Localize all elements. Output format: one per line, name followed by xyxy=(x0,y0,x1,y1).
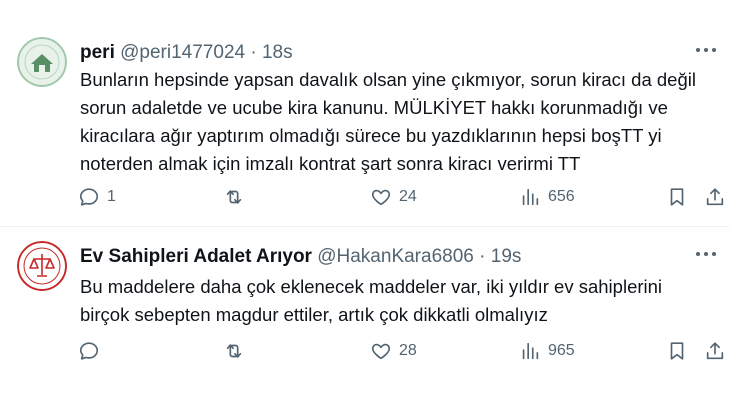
retweet-button[interactable] xyxy=(223,338,252,364)
views-count: 656 xyxy=(548,188,575,205)
views-button[interactable]: 965 xyxy=(519,338,575,364)
author-handle[interactable]: @HakanKara6806 xyxy=(317,246,474,267)
bookmark-button[interactable] xyxy=(666,184,688,210)
bookmark-icon xyxy=(670,188,684,206)
separator: · xyxy=(250,42,257,63)
avatar-logo-icon xyxy=(17,37,67,87)
share-button[interactable] xyxy=(704,338,726,364)
retweet-button[interactable] xyxy=(223,184,252,210)
action-bar: 28 965 xyxy=(78,338,724,364)
views-icon xyxy=(522,188,539,206)
like-button[interactable]: 24 xyxy=(370,184,417,210)
author-handle[interactable]: @peri1477024 xyxy=(120,42,245,63)
bookmark-button[interactable] xyxy=(666,338,688,364)
like-icon xyxy=(371,189,391,206)
share-button[interactable] xyxy=(704,184,726,210)
more-icon xyxy=(696,252,716,256)
views-button[interactable]: 656 xyxy=(519,184,575,210)
tweet[interactable]: peri @peri1477024 · 18s Bunların hepsind… xyxy=(0,0,730,226)
reply-icon xyxy=(79,342,99,360)
tweet[interactable]: Ev Sahipleri Adalet Arıyor @HakanKara680… xyxy=(0,227,730,420)
views-count: 965 xyxy=(548,342,575,359)
like-button[interactable]: 28 xyxy=(370,338,417,364)
tweet-text: Bu maddelere daha çok eklenecek maddeler… xyxy=(80,276,663,325)
reply-button[interactable] xyxy=(78,338,107,364)
timestamp[interactable]: 19s xyxy=(491,246,522,267)
share-icon xyxy=(706,342,724,360)
more-icon xyxy=(696,48,716,52)
reply-count: 1 xyxy=(107,188,116,205)
author-name[interactable]: Ev Sahipleri Adalet Arıyor xyxy=(80,246,312,267)
tweet-header: Ev Sahipleri Adalet Arıyor @HakanKara680… xyxy=(80,246,521,268)
avatar-logo-icon xyxy=(17,241,67,291)
like-icon xyxy=(371,343,391,360)
share-icon xyxy=(706,188,724,206)
author-name[interactable]: peri xyxy=(80,42,115,63)
reply-icon xyxy=(79,188,99,206)
action-bar: 1 24 656 xyxy=(78,184,724,210)
avatar[interactable] xyxy=(17,241,67,291)
tweet-text: Bunların hepsinde yapsan davalık olsan y… xyxy=(80,69,696,174)
reply-button[interactable]: 1 xyxy=(78,184,116,210)
more-button[interactable] xyxy=(694,42,718,58)
avatar[interactable] xyxy=(17,37,67,87)
tweet-header: peri @peri1477024 · 18s xyxy=(80,42,293,64)
more-button[interactable] xyxy=(694,246,718,262)
timestamp[interactable]: 18s xyxy=(262,42,293,63)
views-icon xyxy=(522,342,539,360)
like-count: 28 xyxy=(399,342,417,359)
retweet-icon xyxy=(226,190,242,204)
retweet-icon xyxy=(226,344,242,358)
separator: · xyxy=(479,246,486,267)
like-count: 24 xyxy=(399,188,417,205)
bookmark-icon xyxy=(670,342,684,360)
